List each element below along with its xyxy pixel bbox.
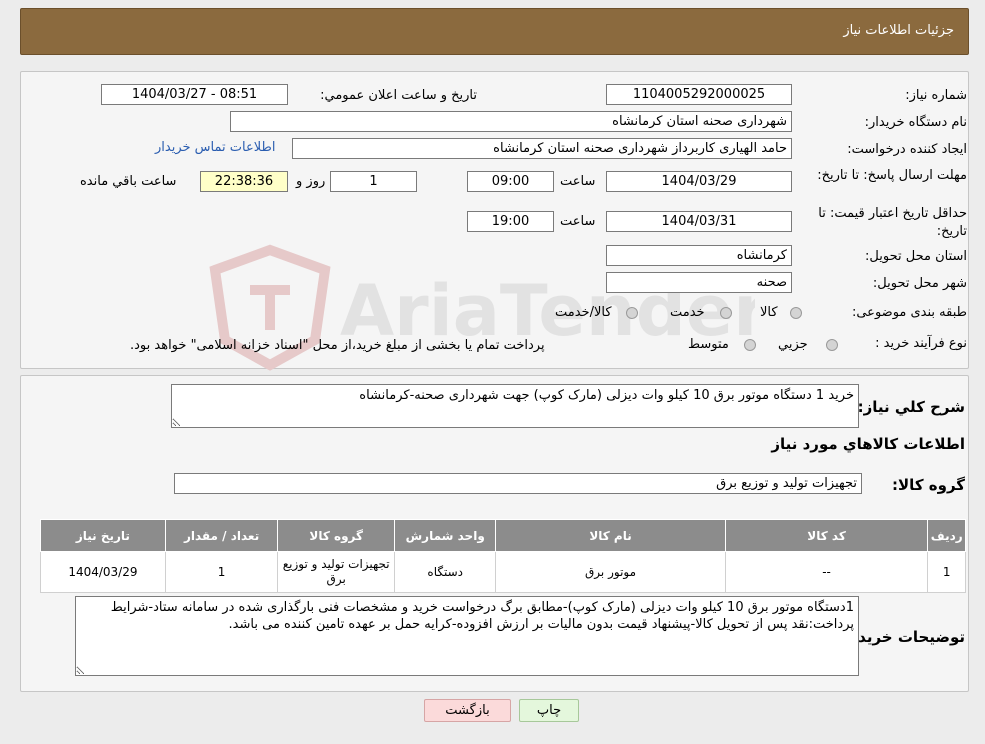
announce-datetime-field[interactable]: 1404/03/27 - 08:51 bbox=[101, 84, 288, 105]
remaining-time-field[interactable]: 22:38:36 bbox=[200, 171, 288, 192]
col-header-goods-code: كد كالا bbox=[724, 519, 929, 552]
need-number-field[interactable]: 1104005292000025 bbox=[606, 84, 792, 105]
col-header-need-date: تاريخ نياز bbox=[40, 519, 166, 552]
process-minor-label: جزيي bbox=[778, 337, 808, 352]
cell-goods-code: -- bbox=[724, 551, 929, 593]
validity-label: حداقل تاريخ اعتبار قيمت: تا تاريخ: bbox=[818, 206, 967, 239]
goods-info-title: اطلاعات كالاهاي مورد نياز bbox=[771, 435, 965, 453]
need-number-label: شماره نیاز: bbox=[905, 88, 967, 103]
deadline-label: مهلت ارسال پاسخ: تا تاريخ: bbox=[817, 168, 967, 183]
process-minor-radio[interactable] bbox=[826, 339, 838, 351]
validity-time-label: ساعت bbox=[560, 214, 596, 229]
validity-time-field[interactable]: 19:00 bbox=[467, 211, 554, 232]
category-label: طبقه بندی موضوعی: bbox=[851, 305, 967, 320]
category-service-radio[interactable] bbox=[720, 307, 732, 319]
cell-goods-name: موتور برق bbox=[495, 551, 726, 593]
cell-row-number: 1 bbox=[927, 551, 966, 593]
description-textarea[interactable]: خرید 1 دستگاه موتور برق 10 کیلو وات دیزل… bbox=[171, 384, 859, 428]
goods-group-field[interactable]: تجهیزات تولید و توزیع برق bbox=[174, 473, 862, 494]
print-button[interactable]: چاپ bbox=[519, 699, 579, 722]
city-field[interactable]: صحنه bbox=[606, 272, 792, 293]
description-label: شرح كلي نياز: bbox=[857, 398, 965, 416]
col-header-goods-group: گروه كالا bbox=[277, 519, 395, 552]
goods-table: رديف كد كالا نام كالا واحد شمارش گروه كا… bbox=[40, 519, 966, 593]
deadline-time-label: ساعت bbox=[560, 174, 596, 189]
days-label: روز و bbox=[296, 174, 326, 189]
cell-unit: دستگاه bbox=[393, 551, 497, 593]
validity-date-field[interactable]: 1404/03/31 bbox=[606, 211, 792, 232]
deadline-date-field[interactable]: 1404/03/29 bbox=[606, 171, 792, 192]
cell-need-date: 1404/03/29 bbox=[40, 551, 166, 593]
creator-label: ايجاد كننده درخواست: bbox=[847, 142, 967, 157]
process-note: پرداخت تمام يا بخشی از مبلغ خريد،از محل … bbox=[130, 338, 545, 353]
process-medium-label: متوسط bbox=[688, 337, 729, 352]
cell-quantity: 1 bbox=[164, 551, 279, 593]
col-header-row-number: رديف bbox=[927, 519, 966, 552]
table-header-row: رديف كد كالا نام كالا واحد شمارش گروه كا… bbox=[40, 519, 966, 552]
city-label: شهر محل تحويل: bbox=[872, 276, 967, 291]
category-goods-service-radio[interactable] bbox=[626, 307, 638, 319]
category-goods-radio[interactable] bbox=[790, 307, 802, 319]
announce-label: تاریخ و ساعت اعلان عمومي: bbox=[320, 88, 477, 103]
page-header: جزئیات اطلاعات نیاز bbox=[20, 8, 969, 55]
category-goods-label: كالا bbox=[760, 305, 778, 320]
days-field[interactable]: 1 bbox=[330, 171, 417, 192]
category-service-label: خدمت bbox=[670, 305, 705, 320]
col-header-unit: واحد شمارش bbox=[393, 519, 497, 552]
goods-group-label: گروه كالا: bbox=[892, 476, 965, 494]
creator-field[interactable]: حامد الهیاری کاربرداز شهرداری صحنه استان… bbox=[292, 138, 792, 159]
cell-goods-group: تجهیزات تولید و توزیع برق bbox=[277, 551, 395, 593]
category-goods-service-label: كالا/خدمت bbox=[555, 305, 612, 320]
province-label: استان محل تحويل: bbox=[865, 249, 967, 264]
page-title: جزئیات اطلاعات نیاز bbox=[843, 23, 954, 38]
back-button[interactable]: بازگشت bbox=[424, 699, 511, 722]
buyer-field[interactable]: شهرداری صحنه استان کرمانشاه bbox=[230, 111, 792, 132]
col-header-quantity: تعداد / مقدار bbox=[164, 519, 279, 552]
buyer-contact-link[interactable]: اطلاعات تماس خريدار bbox=[155, 140, 275, 155]
process-medium-radio[interactable] bbox=[744, 339, 756, 351]
buyer-notes-textarea[interactable]: 1دستگاه موتور برق 10 کیلو وات دیزلی (مار… bbox=[75, 596, 859, 676]
buyer-label: نام دستگاه خريدار: bbox=[864, 115, 967, 130]
remaining-label: ساعت باقي مانده bbox=[80, 174, 177, 189]
col-header-goods-name: نام كالا bbox=[495, 519, 726, 552]
table-row[interactable]: 1 -- موتور برق دستگاه تجهیزات تولید و تو… bbox=[40, 551, 966, 593]
process-label: نوع فرآيند خريد : bbox=[875, 336, 967, 351]
deadline-time-field[interactable]: 09:00 bbox=[467, 171, 554, 192]
province-field[interactable]: کرمانشاه bbox=[606, 245, 792, 266]
